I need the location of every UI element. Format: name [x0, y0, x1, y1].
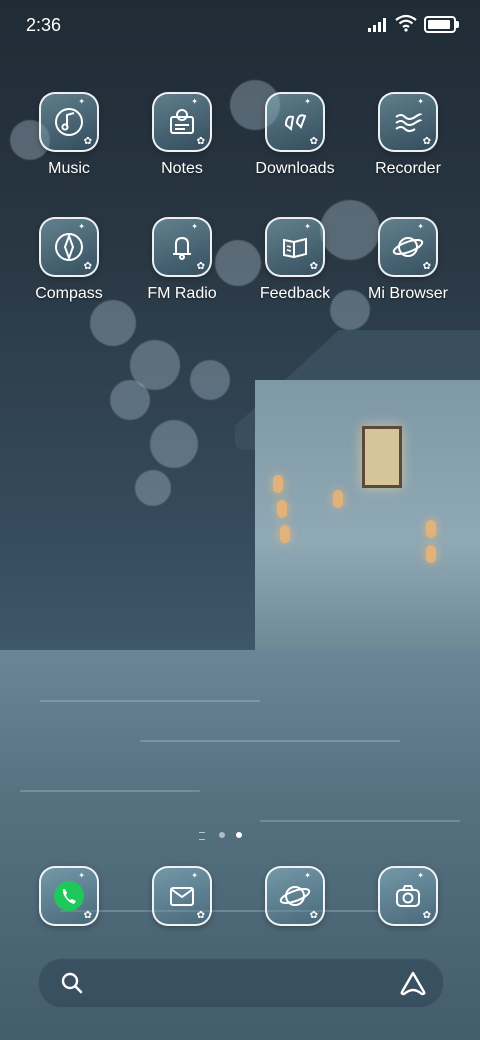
wifi-icon — [395, 14, 417, 32]
dock-phone[interactable]: ✿ ✦ — [14, 866, 124, 926]
wallpaper-ripple — [140, 740, 400, 742]
app-notes[interactable]: ✿ ✦ Notes — [127, 92, 237, 178]
wallpaper-flower — [110, 380, 150, 420]
app-fm-radio[interactable]: ✿ ✦ FM Radio — [127, 217, 237, 303]
page-dot-active — [236, 832, 242, 838]
app-recorder[interactable]: ✿ ✦ Recorder — [353, 92, 463, 178]
app-downloads[interactable]: ✿ ✦ Downloads — [240, 92, 350, 178]
app-label: Recorder — [375, 160, 441, 177]
recorder-icon[interactable]: ✿ ✦ — [378, 92, 438, 152]
wallpaper-ripple — [20, 790, 200, 792]
radio-icon[interactable]: ✿ ✦ — [152, 217, 212, 277]
search-bar[interactable] — [38, 958, 444, 1008]
wallpaper-house — [255, 380, 480, 650]
wallpaper-lantern — [273, 475, 283, 493]
status-time: 2:36 — [26, 15, 62, 35]
compass-icon[interactable]: ✿ ✦ — [39, 217, 99, 277]
music-note-icon[interactable]: ✿ ✦ — [39, 92, 99, 152]
wallpaper-lantern — [333, 490, 343, 508]
app-label: Mi Browser — [367, 285, 448, 302]
wallpaper-lantern — [280, 525, 290, 543]
page-indicator[interactable] — [199, 830, 259, 840]
assistant-icon[interactable] — [399, 970, 427, 996]
camera-icon[interactable]: ✿ ✦ — [378, 866, 438, 926]
signal-icon — [368, 18, 386, 32]
browser-icon[interactable]: ✿ ✦ — [265, 866, 325, 926]
dock-camera[interactable]: ✿ ✦ — [353, 866, 463, 926]
wallpaper-window — [362, 426, 402, 488]
messages-icon[interactable]: ✿ ✦ — [152, 866, 212, 926]
feedback-icon[interactable]: ✿ ✦ — [265, 217, 325, 277]
wallpaper-lantern — [426, 545, 436, 563]
wallpaper-flower — [135, 470, 171, 506]
downloads-icon[interactable]: ✿ ✦ — [265, 92, 325, 152]
battery-icon — [424, 16, 459, 33]
phone-icon[interactable]: ✿ ✦ — [39, 866, 99, 926]
app-compass[interactable]: ✿ ✦ Compass — [14, 217, 124, 303]
app-label: Downloads — [255, 160, 335, 177]
wallpaper-ripple — [260, 820, 460, 822]
search-icon[interactable] — [61, 972, 83, 994]
app-label: FM Radio — [147, 285, 217, 302]
app-feedback[interactable]: ✿ ✦ Feedback — [240, 217, 350, 303]
wallpaper-flower — [90, 300, 136, 346]
app-music[interactable]: ✿ ✦ Music — [14, 92, 124, 178]
dock-messages[interactable]: ✿ ✦ — [127, 866, 237, 926]
wallpaper-flower — [190, 360, 230, 400]
battery-level — [428, 20, 450, 29]
app-label: Music — [48, 160, 90, 177]
wallpaper-roof — [235, 330, 480, 450]
notes-icon[interactable]: ✿ ✦ — [152, 92, 212, 152]
feed-page-indicator — [199, 832, 205, 840]
wallpaper-lantern — [426, 520, 436, 538]
page-dot — [219, 832, 225, 838]
app-label: Feedback — [259, 285, 331, 302]
status-bar: 2:36 — [0, 0, 480, 50]
wallpaper-lantern — [277, 500, 287, 518]
app-label: Notes — [161, 160, 203, 177]
dock-browser[interactable]: ✿ ✦ — [240, 866, 350, 926]
wallpaper-flower — [150, 420, 198, 468]
app-label: Compass — [35, 285, 103, 302]
planet-icon[interactable]: ✿ ✦ — [378, 217, 438, 277]
wallpaper-flower — [130, 340, 180, 390]
wallpaper-ripple — [40, 700, 260, 702]
app-mi-browser[interactable]: ✿ ✦ Mi Browser — [353, 217, 463, 303]
